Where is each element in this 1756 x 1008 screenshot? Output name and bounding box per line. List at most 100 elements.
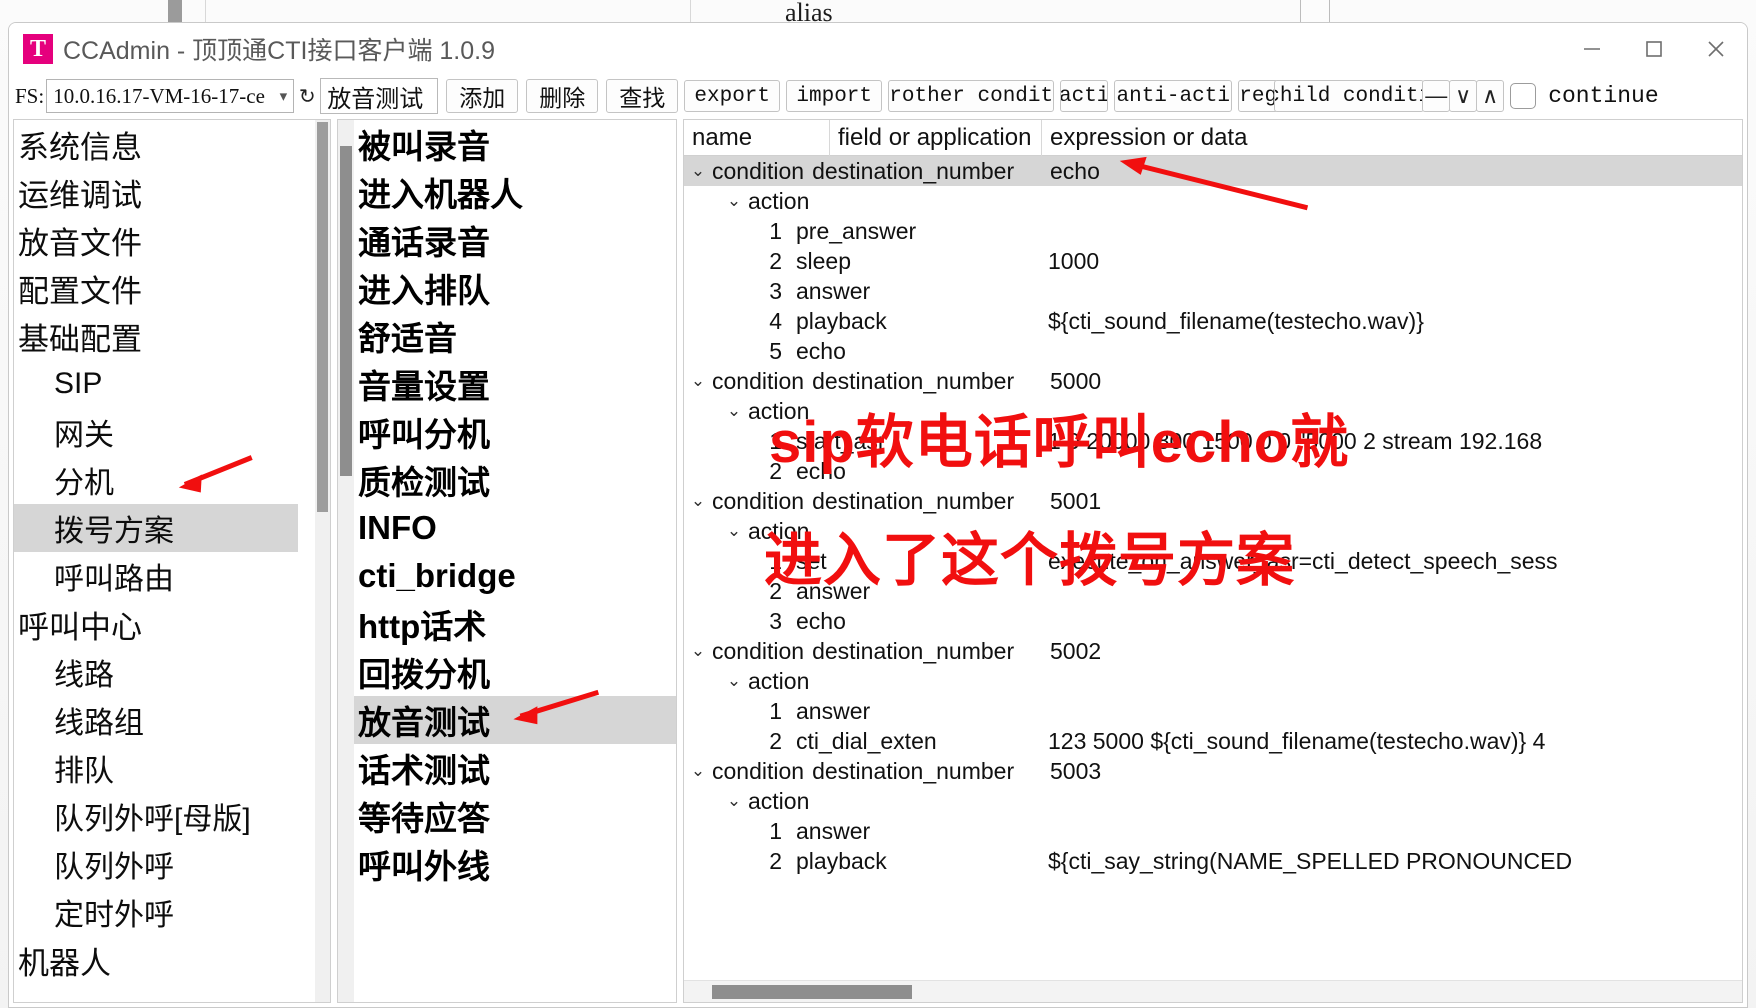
chevron-down-icon[interactable]: ⌄ bbox=[684, 761, 712, 781]
tree-row-application: playback bbox=[796, 847, 887, 874]
tree-row[interactable]: 2 sleep 1000 bbox=[684, 246, 1742, 276]
sidebar-item-0[interactable]: 系统信息 bbox=[14, 120, 330, 168]
refresh-icon[interactable]: ↻ bbox=[294, 81, 320, 111]
dialplan-list-item-6[interactable]: 呼叫分机 bbox=[354, 408, 676, 456]
continue-checkbox[interactable] bbox=[1510, 83, 1537, 109]
sidebar-item-10[interactable]: 呼叫中心 bbox=[14, 600, 330, 648]
server-select[interactable]: 10.0.16.17-VM-16-17-ce ▾ bbox=[46, 79, 295, 113]
sidebar-item-11[interactable]: 线路 bbox=[14, 648, 330, 696]
dialplan-list-item-0[interactable]: 被叫录音 bbox=[354, 120, 676, 168]
delete-button[interactable]: 删除 bbox=[526, 79, 599, 113]
tree-row[interactable]: ⌄ action bbox=[684, 666, 1742, 696]
chevron-down-icon[interactable]: ⌄ bbox=[684, 641, 712, 661]
sidebar-item-17[interactable]: 机器人 bbox=[14, 936, 330, 984]
tree-row[interactable]: ⌄ condition destination_number 5000 bbox=[684, 366, 1742, 396]
tree-row-expression: 5000 bbox=[1050, 367, 1102, 394]
tree-row-expression: 123 5000 ${cti_sound_filename(testecho.w… bbox=[1048, 727, 1546, 754]
tree-row[interactable]: 4 playback ${cti_sound_filename(testecho.w… bbox=[684, 306, 1742, 336]
dialplan-list-item-13[interactable]: 话术测试 bbox=[354, 744, 676, 792]
chevron-down-icon[interactable]: ⌄ bbox=[720, 401, 748, 421]
dialplan-list-item-4[interactable]: 舒适音 bbox=[354, 312, 676, 360]
tree-row[interactable]: 3 answer bbox=[684, 276, 1742, 306]
sidebar-item-13[interactable]: 排队 bbox=[14, 744, 330, 792]
sidebar-item-2[interactable]: 放音文件 bbox=[14, 216, 330, 264]
tree-row[interactable]: 2 cti_dial_exten 123 5000 ${cti_sound_file… bbox=[684, 726, 1742, 756]
find-button[interactable]: 查找 bbox=[606, 79, 679, 113]
tree-row[interactable]: ⌄ condition destination_number 5003 bbox=[684, 756, 1742, 786]
sidebar-item-7[interactable]: 分机 bbox=[14, 456, 330, 504]
dialplan-list-item-7[interactable]: 质检测试 bbox=[354, 456, 676, 504]
dialplan-list-item-15[interactable]: 呼叫外线 bbox=[354, 840, 676, 888]
close-icon[interactable] bbox=[1685, 23, 1747, 75]
tree-row[interactable]: ⌄ condition destination_number 5001 bbox=[684, 486, 1742, 516]
sidebar-item-label: 呼叫中心 bbox=[18, 609, 142, 645]
chevron-down-icon[interactable]: ⌄ bbox=[720, 191, 748, 211]
tree-row[interactable]: 5 echo bbox=[684, 336, 1742, 366]
sidebar-item-9[interactable]: 呼叫路由 bbox=[14, 552, 330, 600]
add-button[interactable]: 添加 bbox=[446, 79, 519, 113]
chevron-down-icon[interactable]: ⌄ bbox=[720, 521, 748, 541]
sidebar-item-12[interactable]: 线路组 bbox=[14, 696, 330, 744]
tree-horizontal-scrollbar-thumb[interactable] bbox=[712, 985, 912, 999]
sidebar-item-4[interactable]: 基础配置 bbox=[14, 312, 330, 360]
tree-row-expression: echo bbox=[1050, 157, 1100, 184]
tree-row[interactable]: ⌄ condition destination_number echo bbox=[684, 156, 1742, 186]
dialplan-list-item-12[interactable]: 放音测试 bbox=[354, 696, 676, 744]
sidebar-scrollbar-thumb[interactable] bbox=[317, 122, 328, 512]
collapse-minus-icon[interactable]: — bbox=[1422, 80, 1451, 112]
chevron-down-icon[interactable]: ⌄ bbox=[684, 161, 712, 181]
tree-row[interactable]: ⌄ action bbox=[684, 186, 1742, 216]
dialplan-list-item-1[interactable]: 进入机器人 bbox=[354, 168, 676, 216]
minimize-icon[interactable] bbox=[1561, 23, 1623, 75]
sidebar-item-3[interactable]: 配置文件 bbox=[14, 264, 330, 312]
dialplan-list-item-8[interactable]: INFO bbox=[354, 504, 676, 552]
dialplan-list-item-5[interactable]: 音量设置 bbox=[354, 360, 676, 408]
column-header-name[interactable]: name bbox=[684, 120, 830, 156]
tree-row[interactable]: 1 pre_answer bbox=[684, 216, 1742, 246]
dialplan-list-scrollbar[interactable] bbox=[338, 120, 354, 1002]
column-header-expression[interactable]: expression or data bbox=[1042, 120, 1742, 156]
chevron-down-icon[interactable]: ⌄ bbox=[684, 371, 712, 391]
chevron-down-icon[interactable]: ⌄ bbox=[720, 791, 748, 811]
export-button[interactable]: export bbox=[684, 80, 781, 112]
child-condition-button[interactable]: child conditi bbox=[1274, 80, 1425, 112]
name-input[interactable]: 放音测试 bbox=[320, 78, 439, 114]
sidebar-item-5[interactable]: SIP bbox=[14, 360, 330, 408]
tree-row[interactable]: ⌄ action bbox=[684, 786, 1742, 816]
move-down-icon[interactable]: ∨ bbox=[1449, 80, 1478, 112]
sidebar-item-6[interactable]: 网关 bbox=[14, 408, 330, 456]
column-header-field[interactable]: field or application bbox=[830, 120, 1042, 156]
dialplan-list-item-2[interactable]: 通话录音 bbox=[354, 216, 676, 264]
tree-row-application: cti_dial_exten bbox=[796, 727, 937, 754]
regex-button[interactable]: reg bbox=[1238, 80, 1279, 112]
sidebar-item-16[interactable]: 定时外呼 bbox=[14, 888, 330, 936]
move-up-icon[interactable]: ∧ bbox=[1476, 80, 1505, 112]
dialplan-list-item-label: 进入机器人 bbox=[358, 176, 523, 213]
sidebar-scrollbar[interactable] bbox=[315, 120, 330, 1002]
dialplan-list-scrollbar-thumb[interactable] bbox=[340, 146, 352, 476]
import-button[interactable]: import bbox=[786, 80, 883, 112]
sidebar-item-1[interactable]: 运维调试 bbox=[14, 168, 330, 216]
anti-action-button[interactable]: anti-acti bbox=[1114, 80, 1233, 112]
sidebar-item-8[interactable]: 拨号方案 bbox=[14, 504, 298, 552]
sidebar-item-14[interactable]: 队列外呼[母版] bbox=[14, 792, 330, 840]
brother-condition-button[interactable]: brother conditi bbox=[888, 80, 1055, 112]
dialplan-list-item-9[interactable]: cti_bridge bbox=[354, 552, 676, 600]
chevron-down-icon[interactable]: ⌄ bbox=[720, 671, 748, 691]
dialplan-list-item-11[interactable]: 回拨分机 bbox=[354, 648, 676, 696]
tree-horizontal-scrollbar[interactable] bbox=[684, 980, 1742, 1002]
dialplan-list-item-3[interactable]: 进入排队 bbox=[354, 264, 676, 312]
dialplan-list-item-label: http话术 bbox=[358, 608, 487, 645]
tree-row[interactable]: 3 echo bbox=[684, 606, 1742, 636]
action-button[interactable]: acti bbox=[1060, 80, 1109, 112]
tree-row[interactable]: 2 playback ${cti_say_string(NAME_SPELLED P… bbox=[684, 846, 1742, 876]
tree-row[interactable]: 1 answer bbox=[684, 816, 1742, 846]
dialplan-list-item-10[interactable]: http话术 bbox=[354, 600, 676, 648]
sidebar-item-label: 线路组 bbox=[54, 707, 144, 740]
tree-row[interactable]: ⌄ condition destination_number 5002 bbox=[684, 636, 1742, 666]
chevron-down-icon[interactable]: ⌄ bbox=[684, 491, 712, 511]
tree-row[interactable]: 1 answer bbox=[684, 696, 1742, 726]
sidebar-item-15[interactable]: 队列外呼 bbox=[14, 840, 330, 888]
dialplan-list-item-14[interactable]: 等待应答 bbox=[354, 792, 676, 840]
maximize-icon[interactable] bbox=[1623, 23, 1685, 75]
